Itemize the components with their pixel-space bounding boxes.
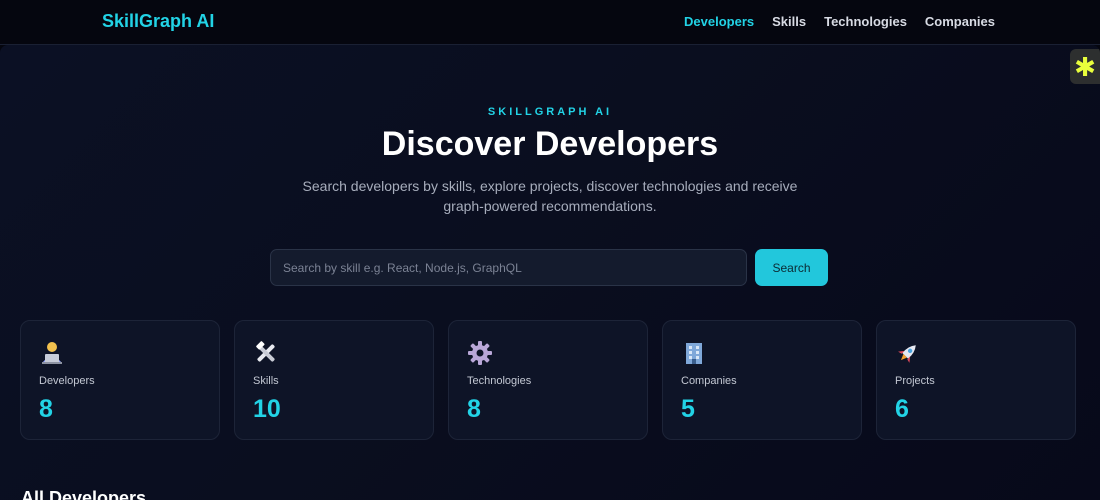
building-icon xyxy=(686,343,702,364)
top-navbar: SkillGraph AI Developers Skills Technolo… xyxy=(0,0,1100,45)
page-title: Discover Developers xyxy=(381,125,719,163)
nav-link-companies[interactable]: Companies xyxy=(925,14,995,29)
hero-subtitle: Search developers by skills, explore pro… xyxy=(302,178,798,214)
stat-label: Technologies xyxy=(467,375,532,387)
stat-card-skills: Skills 10 xyxy=(234,320,434,440)
stat-value: 10 xyxy=(253,395,281,423)
gear-icon xyxy=(468,341,492,365)
stat-label: Projects xyxy=(895,375,935,387)
stat-label: Skills xyxy=(253,375,279,387)
rocket-icon xyxy=(898,345,916,363)
stat-value: 5 xyxy=(681,395,695,423)
stat-label: Companies xyxy=(681,375,737,387)
nav-link-technologies[interactable]: Technologies xyxy=(824,14,907,29)
stats-row: Developers 8 Skills 10 Technologies 8 Co… xyxy=(20,320,1076,440)
hero-eyebrow: SKILLGRAPH AI xyxy=(487,106,613,118)
developer-icon xyxy=(42,342,62,364)
stat-card-companies: Companies 5 xyxy=(662,320,862,440)
stat-card-technologies: Technologies 8 xyxy=(448,320,648,440)
nav-links: Developers Skills Technologies Companies xyxy=(684,14,995,29)
stat-value: 6 xyxy=(895,395,909,423)
nav-link-skills[interactable]: Skills xyxy=(772,14,806,29)
nav-link-developers[interactable]: Developers xyxy=(684,14,754,29)
skill-search-input[interactable] xyxy=(270,249,747,286)
stat-value: 8 xyxy=(467,395,481,423)
search-button[interactable]: Search xyxy=(755,249,828,286)
stat-card-developers: Developers 8 xyxy=(20,320,220,440)
brand-logo[interactable]: SkillGraph AI xyxy=(102,11,214,32)
tools-icon xyxy=(256,341,275,362)
stat-label: Developers xyxy=(39,375,95,387)
main-content: ✱ SKILLGRAPH AI Discover Developers Sear… xyxy=(0,45,1100,500)
stat-card-projects: Projects 6 xyxy=(876,320,1076,440)
section-title: All Developers xyxy=(21,488,147,500)
extension-asterisk-icon[interactable]: ✱ xyxy=(1070,49,1100,84)
stat-value: 8 xyxy=(39,395,53,423)
